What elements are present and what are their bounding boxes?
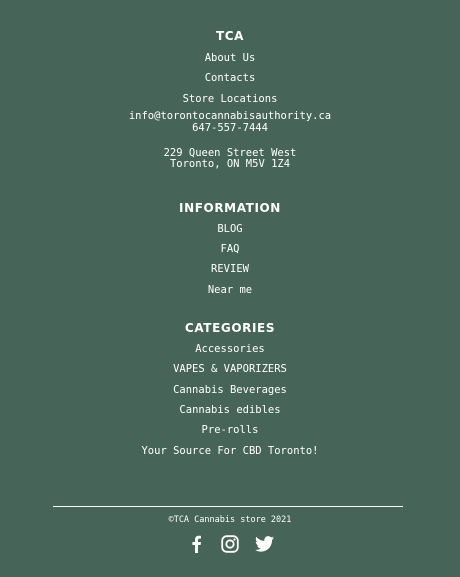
category-prerolls-link[interactable]: Pre-rolls [0, 424, 460, 437]
contacts-link[interactable]: Contacts [0, 72, 460, 85]
about-us-link[interactable]: About Us [0, 52, 460, 65]
facebook-icon[interactable] [186, 534, 206, 554]
phone-link[interactable]: 647-557-7444 [0, 122, 460, 135]
blog-link[interactable]: BLOG [0, 223, 460, 236]
footer-divider [53, 506, 403, 507]
review-link[interactable]: REVIEW [0, 263, 460, 276]
address-line-2: Toronto, ON M5V 1Z4 [169, 158, 291, 170]
instagram-icon[interactable] [220, 534, 240, 554]
copyright-text: ©TCA Cannabis store 2021 [168, 515, 292, 525]
category-cbd-link[interactable]: Your Source For CBD Toronto! [0, 445, 460, 458]
categories-heading: CATEGORIES [184, 321, 276, 335]
near-me-link[interactable]: Near me [0, 284, 460, 297]
tca-heading: TCA [215, 29, 245, 43]
information-heading: INFORMATION [179, 201, 281, 215]
site-footer: TCA About Us Contacts Store Locations in… [0, 0, 460, 577]
faq-link[interactable]: FAQ [0, 243, 460, 256]
store-locations-link[interactable]: Store Locations [0, 93, 460, 106]
social-links [0, 534, 460, 554]
category-accessories-link[interactable]: Accessories [0, 343, 460, 356]
category-beverages-link[interactable]: Cannabis Beverages [0, 384, 460, 397]
category-edibles-link[interactable]: Cannabis edibles [0, 404, 460, 417]
category-vapes-link[interactable]: VAPES & VAPORIZERS [0, 363, 460, 376]
twitter-icon[interactable] [254, 534, 274, 554]
